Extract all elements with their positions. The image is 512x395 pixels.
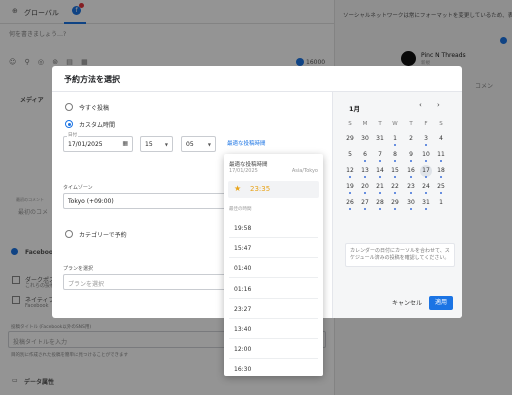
apply-button[interactable]: 適用 bbox=[429, 296, 453, 310]
radio-category[interactable] bbox=[65, 230, 73, 238]
scheduled-post-dot bbox=[440, 192, 442, 194]
modal-title: 予約方法を選択 bbox=[64, 75, 120, 84]
timezone-select[interactable]: Tokyo (+09:00) bbox=[63, 193, 226, 209]
radio-custom-time[interactable] bbox=[65, 120, 73, 128]
date-value: 17/01/2025 bbox=[68, 141, 103, 148]
scheduled-post-dot bbox=[379, 160, 381, 162]
chevron-down-icon: ▼ bbox=[164, 142, 168, 147]
calendar-day[interactable]: 2 bbox=[405, 133, 417, 145]
scheduled-post-dot bbox=[394, 176, 396, 178]
calendar-weekday: T bbox=[378, 121, 382, 127]
plan-label: プランを選択 bbox=[63, 266, 94, 272]
date-field[interactable]: 17/01/2025 ▦ bbox=[63, 136, 133, 152]
best-time-option[interactable]: ★ 23:35 bbox=[228, 181, 319, 198]
calendar-weekday: S bbox=[439, 121, 443, 127]
time-option[interactable]: 19:58 bbox=[234, 225, 251, 232]
calendar-weekday: M bbox=[362, 121, 368, 127]
calendar-weekday: W bbox=[392, 121, 398, 127]
scheduled-post-dot bbox=[410, 208, 412, 210]
radio-custom-time-label[interactable]: カスタム時間 bbox=[79, 120, 115, 129]
time-option-divider bbox=[229, 338, 318, 339]
scheduled-post-dot bbox=[440, 176, 442, 178]
calendar-day[interactable]: 4 bbox=[435, 133, 447, 145]
calendar-day[interactable]: 31 bbox=[374, 133, 386, 145]
scheduled-post-dot bbox=[425, 192, 427, 194]
plan-select[interactable]: プランを選択 bbox=[63, 274, 226, 290]
cancel-button[interactable]: キャンセル bbox=[392, 298, 422, 307]
best-time-value: 23:35 bbox=[250, 185, 271, 193]
time-option[interactable]: 13:40 bbox=[234, 326, 251, 333]
time-option-divider bbox=[229, 297, 318, 299]
scheduled-post-dot bbox=[425, 176, 427, 178]
radio-post-now[interactable] bbox=[65, 103, 73, 111]
time-option[interactable]: 01:16 bbox=[234, 286, 251, 293]
scheduled-post-dot bbox=[364, 208, 366, 210]
hour-select[interactable]: 15 ▼ bbox=[140, 136, 173, 152]
scheduled-post-dot bbox=[379, 208, 381, 210]
scheduled-post-dot bbox=[394, 192, 396, 194]
calendar-day[interactable]: 1 bbox=[435, 197, 447, 209]
calendar-day[interactable]: 5 bbox=[344, 149, 356, 161]
calendar-hint: カレンダーの日付にカーソルを合わせて、スケジュール済みの投稿を確認してください。 bbox=[345, 243, 455, 267]
calendar-weekday: S bbox=[348, 121, 352, 127]
time-option-divider bbox=[229, 257, 318, 259]
calendar-month: 1月 bbox=[349, 105, 361, 113]
radio-category-label[interactable]: カテゴリーで予約 bbox=[79, 230, 127, 239]
dropdown-title: 最適な投稿時間 bbox=[229, 162, 268, 168]
calendar-day[interactable]: 29 bbox=[344, 133, 356, 145]
dropdown-date: 17/01/2025 bbox=[229, 168, 258, 174]
scheduled-post-dot bbox=[425, 144, 427, 146]
scheduled-post-dot bbox=[410, 160, 412, 162]
scheduled-post-dot bbox=[364, 176, 366, 178]
time-option[interactable]: 16:30 bbox=[234, 366, 251, 373]
time-option[interactable]: 12:00 bbox=[234, 346, 251, 353]
date-label: 日付 bbox=[67, 132, 78, 138]
scheduled-post-dot bbox=[425, 208, 427, 210]
calendar-prev-button[interactable]: ‹ bbox=[419, 101, 422, 109]
timezone-label: タイムゾーン bbox=[63, 185, 93, 191]
scheduled-post-dot bbox=[410, 176, 412, 178]
time-option-divider bbox=[229, 317, 318, 319]
scheduled-post-dot bbox=[349, 208, 351, 210]
calendar-day[interactable]: 30 bbox=[359, 133, 371, 145]
scheduled-post-dot bbox=[364, 192, 366, 194]
time-option[interactable]: 23:27 bbox=[234, 306, 251, 313]
best-time-link[interactable]: 最適な投稿時間 bbox=[227, 139, 266, 147]
scheduled-post-dot bbox=[394, 208, 396, 210]
modal-header: 予約方法を選択 bbox=[52, 66, 462, 92]
calendar-weekday: T bbox=[409, 121, 413, 127]
scheduled-post-dot bbox=[425, 160, 427, 162]
calendar-icon[interactable]: ▦ bbox=[122, 140, 128, 147]
scheduled-post-dot bbox=[410, 192, 412, 194]
minute-value: 05 bbox=[186, 141, 194, 148]
radio-post-now-label[interactable]: 今すぐ投稿 bbox=[79, 103, 109, 112]
plan-placeholder: プランを選択 bbox=[68, 281, 105, 288]
calendar-next-button[interactable]: › bbox=[437, 101, 440, 109]
scheduled-post-dot bbox=[349, 176, 351, 178]
best-time-dropdown: 最適な投稿時間 17/01/2025 Asia/Tokyo ★ 23:35 最佳… bbox=[224, 154, 323, 376]
scheduled-post-dot bbox=[364, 160, 366, 162]
timezone-value: Tokyo (+09:00) bbox=[68, 198, 114, 205]
scheduled-post-dot bbox=[394, 160, 396, 162]
chevron-down-icon: ▼ bbox=[207, 142, 211, 147]
calendar-panel: 1月 ‹ › S M T W T F S 29 30 31 1 2 3 4 5 6 7 8 9 10 11 12 13 14 1… bbox=[332, 92, 462, 318]
dropdown-section-label: 最佳の時間 bbox=[229, 207, 252, 212]
minute-select[interactable]: 05 ▼ bbox=[181, 136, 216, 152]
time-option-divider bbox=[229, 237, 318, 238]
star-icon: ★ bbox=[234, 184, 242, 193]
dropdown-timezone: Asia/Tokyo bbox=[291, 168, 318, 174]
time-option-divider bbox=[229, 277, 318, 279]
hour-value: 15 bbox=[145, 141, 153, 148]
time-option-divider bbox=[229, 358, 318, 360]
scheduled-post-dot bbox=[440, 160, 442, 162]
scheduled-post-dot bbox=[349, 192, 351, 194]
scheduled-post-dot bbox=[379, 192, 381, 194]
time-option[interactable]: 01:40 bbox=[234, 265, 251, 272]
scheduled-post-dot bbox=[394, 144, 396, 146]
time-option[interactable]: 15:47 bbox=[234, 245, 251, 252]
scheduled-post-dot bbox=[379, 176, 381, 178]
calendar-weekday: F bbox=[424, 121, 428, 127]
